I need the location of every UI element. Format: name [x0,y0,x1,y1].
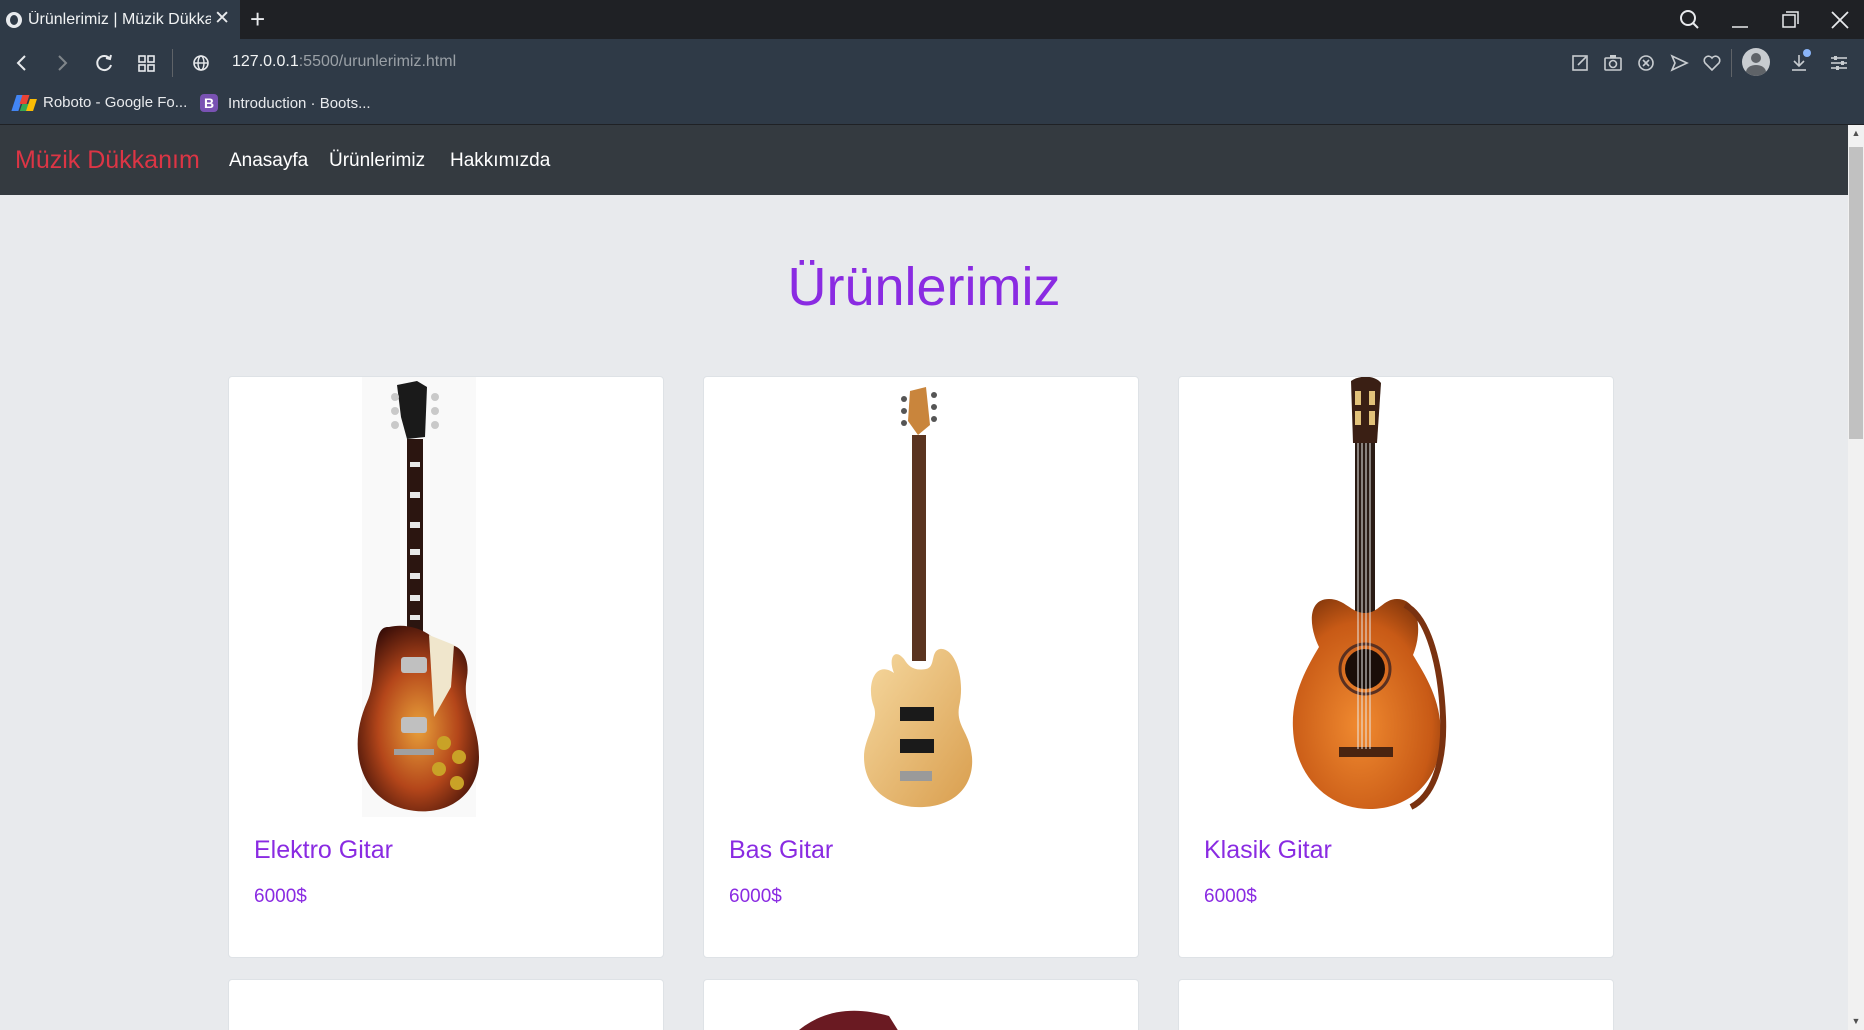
speed-dial-icon[interactable] [131,49,161,77]
product-title[interactable]: Klasik Gitar [1204,836,1332,865]
product-card[interactable] [703,979,1139,1030]
browser-tab[interactable]: Ürünlerimiz | Müzik Dükkanım ✕ [0,0,240,39]
product-card[interactable]: Elektro Gitar 6000$ [228,376,664,958]
product-title[interactable]: Elektro Gitar [254,836,393,865]
close-window-icon[interactable] [1820,5,1860,35]
bookmark-roboto[interactable]: Roboto - Google Fo... [11,94,188,111]
product-price: 6000$ [254,886,307,907]
browser-titlebar: Ürünlerimiz | Müzik Dükkanım ✕ + [0,0,1864,39]
scroll-up-arrow-icon[interactable]: ▲ [1848,125,1864,142]
product-card[interactable]: Bas Gitar 6000$ [703,376,1139,958]
bookmark-bootstrap[interactable]: B Introduction · Boots... [200,94,371,112]
product-card[interactable] [1178,979,1614,1030]
adblock-icon[interactable] [1633,50,1659,76]
close-tab-icon[interactable]: ✕ [214,8,230,30]
product-title[interactable]: Bas Gitar [729,836,833,865]
bootstrap-icon: B [200,94,218,112]
product-price: 6000$ [729,886,782,907]
forward-icon[interactable] [47,49,77,77]
electric-guitar-image [357,377,479,817]
heart-icon[interactable] [1699,50,1725,76]
product-price: 6000$ [1204,886,1257,907]
globe-icon [6,11,22,28]
nav-link-hakkimizda[interactable]: Hakkımızda [450,150,550,172]
nav-link-urunlerimiz[interactable]: Ürünlerimiz [329,150,425,172]
search-tabs-icon[interactable] [1670,5,1710,35]
minimize-icon[interactable] [1720,5,1760,35]
product-card[interactable]: Klasik Gitar 6000$ [1178,376,1614,958]
scroll-down-arrow-icon[interactable]: ▼ [1848,1013,1864,1030]
product-image [799,1010,898,1030]
send-icon[interactable] [1666,50,1692,76]
page-title: Ürünlerimiz [787,257,1061,317]
camera-icon[interactable] [1600,50,1626,76]
site-navbar: Müzik Dükkanım Anasayfa Ürünlerimiz Hakk… [0,125,1848,195]
restore-icon[interactable] [1770,5,1810,35]
scrollbar-thumb[interactable] [1849,147,1863,439]
bookmark-label: Roboto - Google Fo... [43,94,188,111]
download-badge [1803,49,1811,57]
tab-title: Ürünlerimiz | Müzik Dükkanım [28,10,211,28]
bass-guitar-image [864,387,973,808]
navbar-brand[interactable]: Müzik Dükkanım [15,146,200,175]
product-card[interactable] [228,979,664,1030]
address-bar: 127.0.0.1:5500/urunlerimiz.html [0,39,1864,87]
easy-setup-icon[interactable] [1826,50,1852,76]
bookmarks-bar: Roboto - Google Fo... B Introduction · B… [0,87,1864,125]
bookmark-label: Introduction · Boots... [228,94,371,112]
new-tab-button[interactable]: + [250,4,265,34]
google-fonts-icon [11,94,37,111]
site-info-icon[interactable] [186,49,216,77]
url-field[interactable]: 127.0.0.1:5500/urunlerimiz.html [232,53,456,71]
profile-avatar-icon[interactable] [1742,48,1770,76]
back-icon[interactable] [6,49,36,77]
reload-icon[interactable] [89,49,119,77]
snapshot-icon[interactable] [1567,50,1593,76]
classical-guitar-image [1292,377,1447,810]
nav-link-anasayfa[interactable]: Anasayfa [229,150,308,172]
